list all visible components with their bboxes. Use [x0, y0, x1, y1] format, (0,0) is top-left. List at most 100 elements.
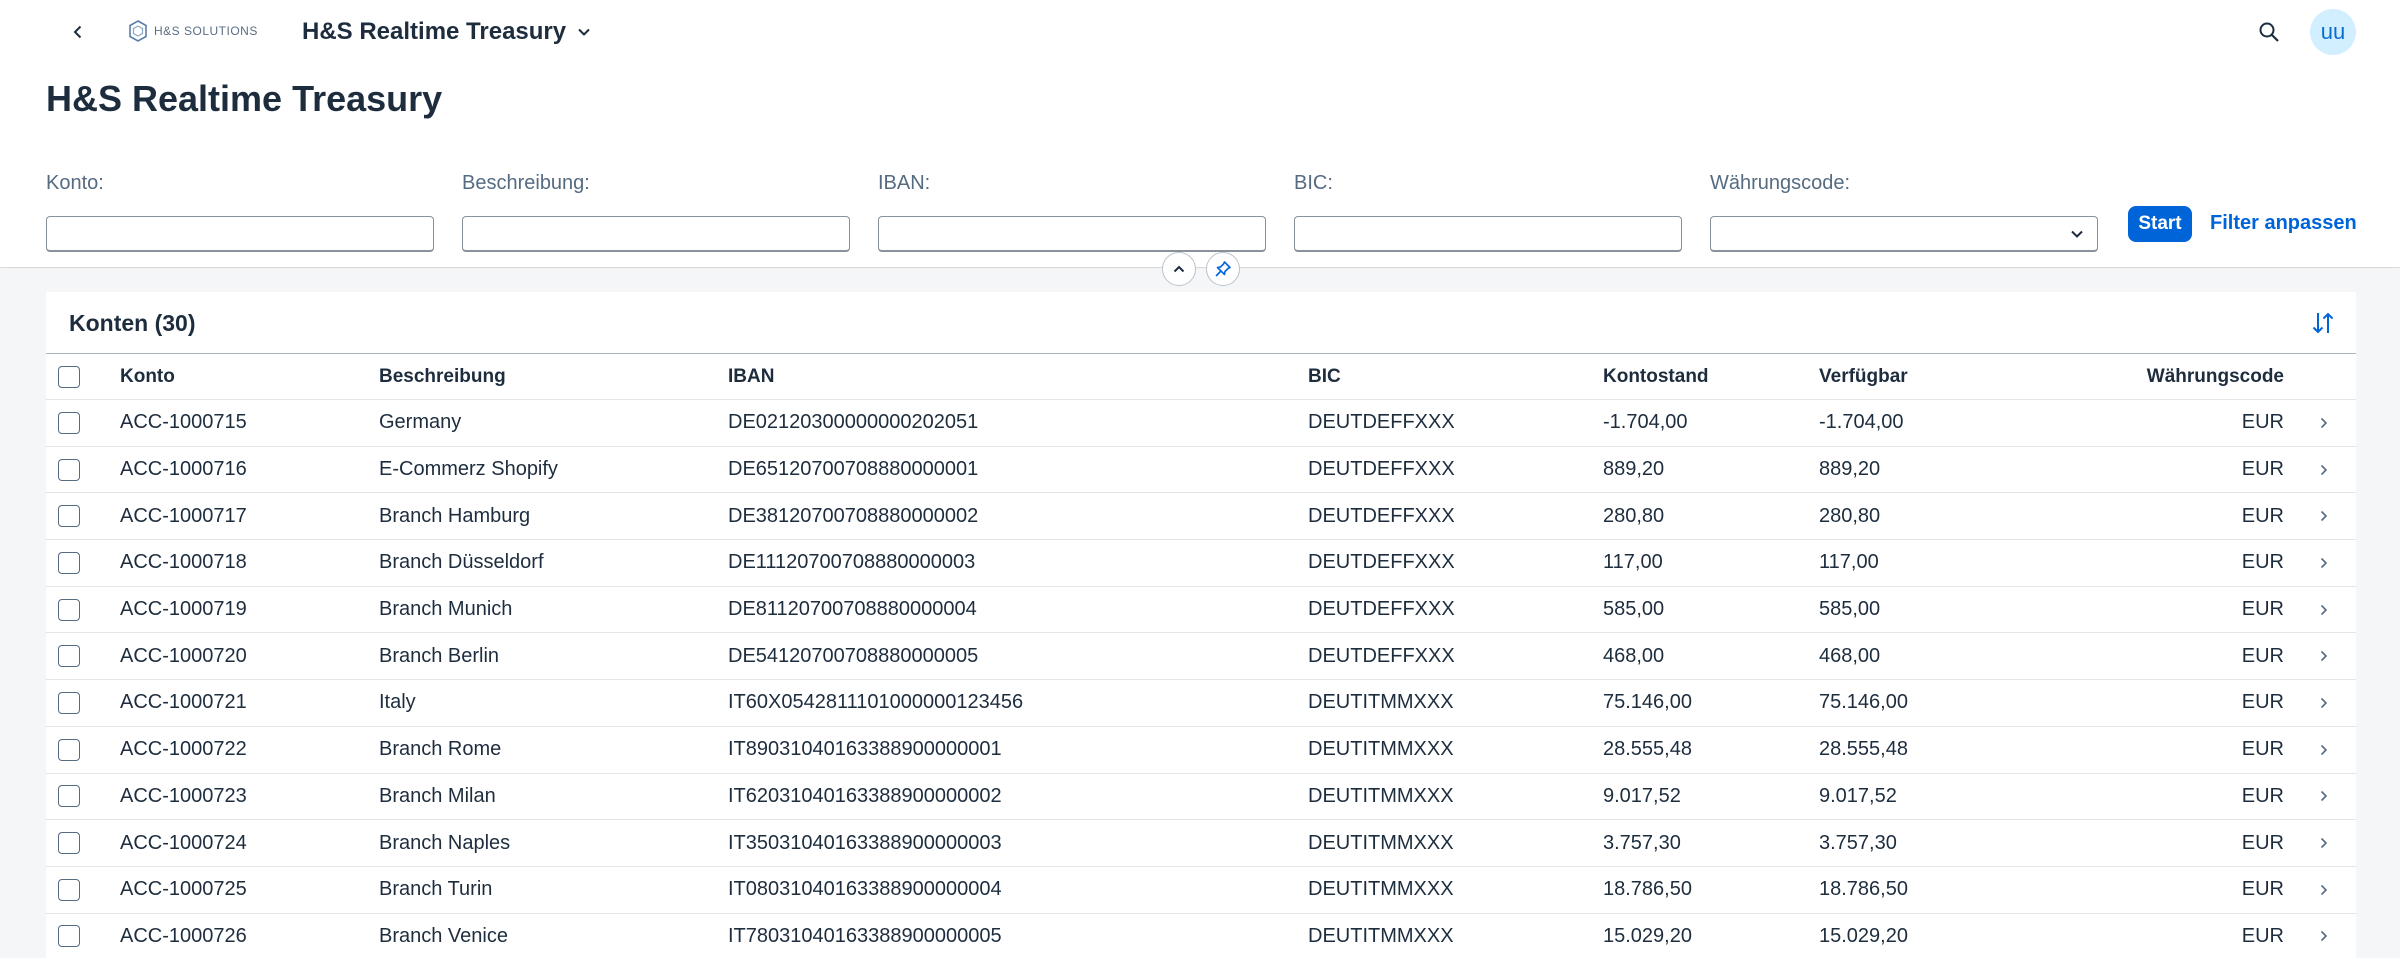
column-header-bic[interactable]: BIC [1308, 354, 1341, 399]
table-row[interactable]: ACC-1000725 Branch Turin IT080310401633889… [46, 867, 2356, 914]
cell-konto: ACC-1000726 [120, 924, 247, 947]
chevron-right-icon [2320, 697, 2328, 709]
cell-kontostand: 585,00 [1603, 598, 1665, 621]
row-checkbox[interactable] [58, 878, 80, 901]
table-header-row: Konto Beschreibung IBAN BIC Kontostand V… [46, 354, 2356, 400]
chevron-right-icon [2320, 791, 2328, 802]
cell-beschreibung: Branch Berlin [379, 644, 500, 667]
chevron-right-icon [2320, 511, 2328, 522]
cell-kontostand: 15.029,20 [1603, 924, 1692, 947]
cell-bic: DEUTDEFFXXX [1308, 598, 1455, 621]
cell-waehrungscode: EUR [2241, 598, 2284, 621]
column-header-beschreibung[interactable]: Beschreibung [379, 354, 506, 399]
table-row[interactable]: ACC-1000720 Branch Berlin DE54120700708880… [46, 633, 2356, 681]
column-header-waehrungscode[interactable]: Währungscode [2147, 354, 2284, 399]
bic-input[interactable] [1294, 216, 1682, 252]
cell-beschreibung: Branch Venice [379, 924, 508, 947]
row-checkbox[interactable] [58, 598, 80, 621]
row-checkbox[interactable] [58, 505, 80, 528]
sort-icon [2312, 312, 2334, 334]
back-button[interactable] [62, 16, 94, 48]
column-header-verfuegbar[interactable]: Verfügbar [1819, 354, 1908, 399]
cell-kontostand: 280,80 [1603, 504, 1665, 527]
user-avatar[interactable]: uu [2310, 9, 2356, 55]
row-navigation[interactable] [2314, 447, 2334, 493]
column-header-iban[interactable]: IBAN [728, 354, 774, 399]
cell-bic: DEUTITMMXXX [1308, 831, 1454, 854]
row-navigation[interactable] [2314, 727, 2334, 773]
table-row[interactable]: ACC-1000718 Branch Düsseldorf DE1112070070… [46, 540, 2356, 587]
row-checkbox[interactable] [58, 645, 80, 668]
table-row[interactable]: ACC-1000721 Italy IT60X0542811101000000123… [46, 680, 2356, 727]
waehrungscode-select[interactable] [1710, 216, 2098, 252]
row-navigation[interactable] [2314, 400, 2334, 446]
cell-iban: DE65120700708880000001 [728, 458, 979, 481]
cell-kontostand: 3.757,30 [1603, 831, 1681, 854]
table-row[interactable]: ACC-1000726 Branch Venice IT78031040163388… [46, 914, 2356, 958]
app-title-menu[interactable]: H&S Realtime Treasury [302, 16, 592, 48]
row-navigation[interactable] [2314, 587, 2334, 633]
cell-konto: ACC-1000724 [120, 831, 247, 854]
iban-input[interactable] [878, 216, 1266, 252]
row-checkbox[interactable] [58, 925, 80, 948]
row-navigation[interactable] [2314, 820, 2334, 866]
cell-konto: ACC-1000718 [120, 551, 247, 574]
cell-konto: ACC-1000719 [120, 598, 247, 621]
collapse-header-button[interactable] [1162, 252, 1196, 286]
cell-kontostand: 117,00 [1603, 551, 1663, 574]
filter-waehrungscode-label: Währungscode: [1710, 172, 1851, 194]
table-row[interactable]: ACC-1000722 Branch Rome IT8903104016338890… [46, 727, 2356, 774]
table-title: Konten (30) [69, 310, 196, 336]
cell-konto: ACC-1000716 [120, 458, 247, 481]
row-checkbox[interactable] [58, 411, 80, 434]
beschreibung-input[interactable] [462, 216, 850, 252]
filter-beschreibung: Beschreibung: [462, 172, 850, 252]
cell-bic: DEUTDEFFXXX [1308, 458, 1455, 481]
sort-button[interactable] [2308, 308, 2338, 338]
table-row[interactable]: ACC-1000719 Branch Munich DE81120700708880… [46, 587, 2356, 634]
cell-iban: IT08031040163388900000004 [728, 878, 1002, 901]
pin-icon [1215, 261, 1231, 277]
row-navigation[interactable] [2314, 493, 2334, 539]
row-checkbox[interactable] [58, 832, 80, 855]
cell-waehrungscode: EUR [2241, 411, 2284, 434]
filter-konto: Konto: [46, 172, 434, 252]
row-checkbox[interactable] [58, 785, 80, 808]
chevron-right-icon [2320, 931, 2328, 942]
row-checkbox[interactable] [58, 551, 80, 574]
cell-verfuegbar: 280,80 [1819, 504, 1881, 527]
column-header-konto[interactable]: Konto [120, 354, 175, 399]
pin-header-button[interactable] [1206, 252, 1240, 286]
row-navigation[interactable] [2314, 680, 2334, 726]
chevron-down-icon [578, 28, 590, 36]
search-button[interactable] [2252, 15, 2286, 49]
cell-beschreibung: Germany [379, 411, 462, 434]
cell-verfuegbar: 117,00 [1819, 551, 1879, 574]
table-row[interactable]: ACC-1000717 Branch Hamburg DE3812070070888… [46, 493, 2356, 541]
row-navigation[interactable] [2314, 633, 2334, 679]
cell-beschreibung: Italy [379, 691, 416, 714]
table-row[interactable]: ACC-1000723 Branch Milan IT620310401633889… [46, 774, 2356, 821]
adapt-filters-button[interactable]: Filter anpassen [2210, 212, 2357, 235]
start-button[interactable]: Start [2128, 206, 2192, 242]
chevron-right-icon [2320, 604, 2328, 615]
konto-input[interactable] [46, 216, 434, 252]
row-navigation[interactable] [2314, 867, 2334, 913]
select-all-checkbox[interactable] [58, 365, 80, 388]
table-row[interactable]: ACC-1000724 Branch Naples IT35031040163388… [46, 820, 2356, 867]
table-row[interactable]: ACC-1000716 E-Commerz Shopify DE6512070070… [46, 447, 2356, 494]
row-navigation[interactable] [2314, 914, 2334, 958]
company-logo[interactable]: H&S SOLUTIONS [128, 18, 258, 44]
cell-waehrungscode: EUR [2241, 784, 2284, 807]
cell-waehrungscode: EUR [2241, 551, 2284, 574]
row-checkbox[interactable] [58, 738, 80, 761]
cell-iban: DE02120300000000202051 [728, 411, 979, 434]
chevron-right-icon [2320, 651, 2328, 662]
column-header-kontostand[interactable]: Kontostand [1603, 354, 1709, 399]
row-checkbox[interactable] [58, 458, 80, 481]
row-navigation[interactable] [2314, 774, 2334, 820]
row-navigation[interactable] [2314, 540, 2334, 586]
row-checkbox[interactable] [58, 691, 80, 714]
cell-konto: ACC-1000715 [120, 411, 247, 434]
table-row[interactable]: ACC-1000715 Germany DE02120300000000202051… [46, 400, 2356, 447]
